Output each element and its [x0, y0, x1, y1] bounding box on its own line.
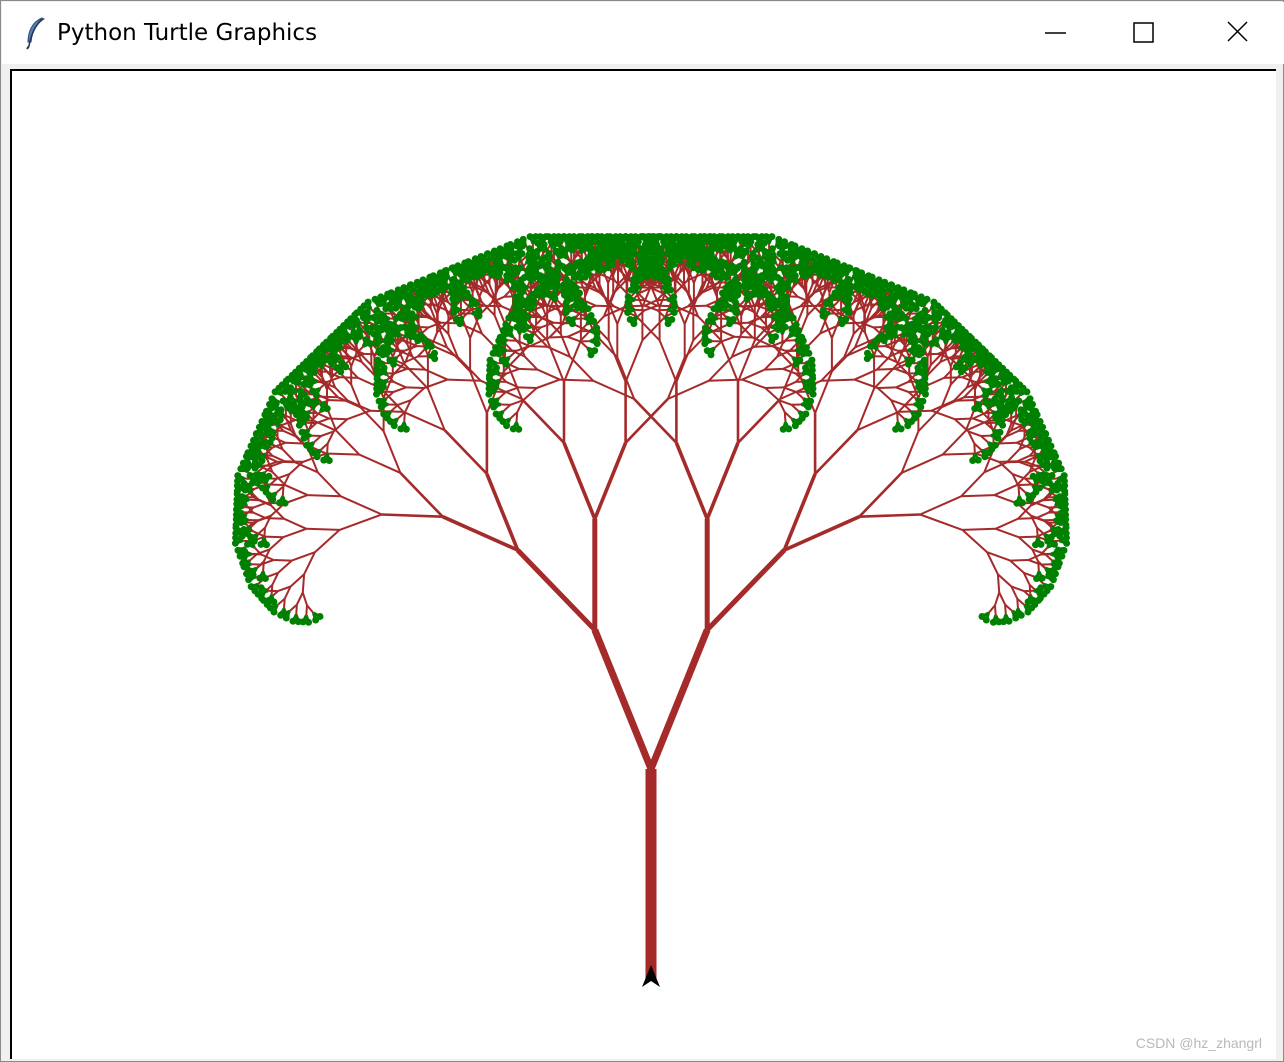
turtle-window: Python Turtle Graphics CSDN @hz_zhangrl: [0, 0, 1284, 1062]
fractal-tree: [231, 233, 1071, 987]
maximize-icon: [1133, 22, 1154, 43]
tree-branches: [231, 233, 1071, 979]
minimize-button[interactable]: [1006, 2, 1098, 64]
title-bar[interactable]: Python Turtle Graphics: [2, 2, 1284, 64]
minimize-icon: [1045, 32, 1066, 34]
feather-icon: [22, 16, 48, 50]
turtle-canvas[interactable]: CSDN @hz_zhangrl: [10, 69, 1276, 1059]
close-button[interactable]: [1190, 2, 1282, 64]
watermark: CSDN @hz_zhangrl: [1135, 1035, 1262, 1051]
maximize-button[interactable]: [1098, 2, 1190, 64]
turtle-arrow-icon: [642, 965, 660, 987]
close-icon: [1227, 21, 1248, 42]
window-title: Python Turtle Graphics: [57, 20, 318, 46]
